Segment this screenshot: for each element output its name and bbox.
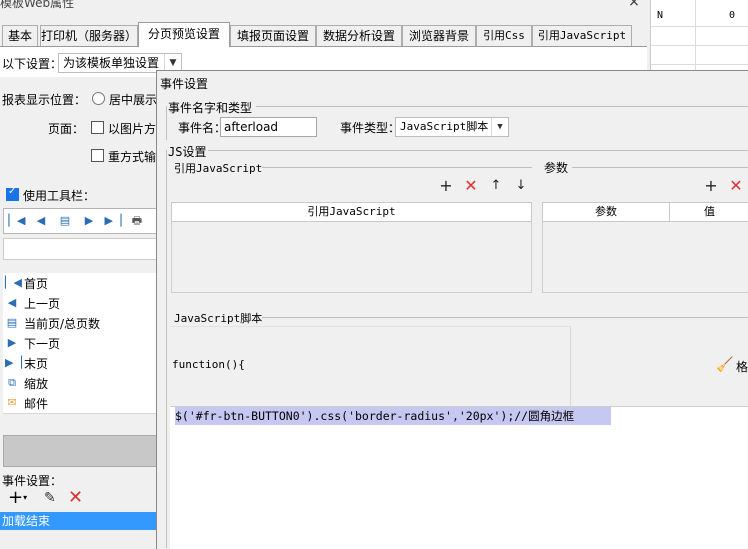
format-brush-icon[interactable]: 🧹 [716,357,733,373]
section-line [262,167,532,168]
image-mode-checkbox[interactable] [91,121,104,134]
center-radio-label: 居中展示 [109,93,158,107]
tab-printer[interactable]: 打印机（服务器） [40,25,138,46]
group-border [166,106,167,140]
list-item[interactable]: ✉ 邮件 [3,393,158,414]
first-page-icon: ▏◀ [5,276,22,289]
list-item-label: 上一页 [24,297,61,311]
list-item-label: 当前页/总页数 [24,317,101,331]
group-border [208,150,748,151]
zoom-icon: ⧉ [8,376,16,389]
mail-icon: ✉ [7,396,17,409]
add-icon[interactable]: + [702,177,720,195]
list-item-label: 末页 [24,357,49,371]
close-button[interactable]: × [624,0,644,10]
code-line[interactable]: $('#fr-btn-BUTTON0').css('border-radius'… [175,407,611,425]
grid-line [651,64,748,65]
page-count-icon: ▤ [6,316,18,329]
page-count-icon[interactable]: ▤ [56,212,74,229]
section-line [262,317,748,318]
edit-icon[interactable]: ✎ [44,490,56,506]
ref-js-table-body[interactable] [171,222,532,293]
report-display-label: 报表显示位置： [2,93,87,107]
add-icon[interactable]: + [437,177,455,195]
grid-line [695,0,696,70]
function-header: function(){ [172,358,245,371]
list-item-label: 缩放 [24,377,49,391]
list-item-label: 邮件 [24,397,49,411]
list-item[interactable]: ▏◀ 首页 [3,273,158,294]
last-page-icon: ▶▕ [5,356,22,369]
prev-page-icon: ◀ [7,296,17,309]
toolbar-preview: ▏◀ ◀ ▤ ▶ ▶▕ 🖶 [3,208,165,234]
list-item[interactable]: ⧉ 缩放 [3,373,158,394]
params-label: 参数 [544,161,569,175]
event-name-label: 事件名： [178,121,227,135]
prev-page-icon[interactable]: ◀ [32,212,50,229]
list-item-label: 下一页 [24,337,61,351]
center-radio[interactable] [92,92,105,105]
tab-ref-css[interactable]: 引用Css [476,25,532,46]
params-column-header: 参数 [542,202,670,222]
last-page-icon[interactable]: ▶▕ [104,212,122,229]
print-icon[interactable]: 🖶 [128,212,146,229]
script-editor[interactable]: $('#fr-btn-BUTTON0').css('border-radius'… [170,406,748,549]
js-group-title: JS设置 [168,145,207,159]
tab-basic[interactable]: 基本 [2,25,38,46]
delete-icon[interactable]: ✕ [462,177,480,195]
ref-js-label: 引用JavaScript [174,162,263,175]
grid-line [651,45,748,46]
use-toolbar-checkbox[interactable] [6,186,19,201]
tab-fill-page[interactable]: 填报页面设置 [230,25,316,46]
section-line [572,167,748,168]
list-item[interactable]: ◀ 上一页 [3,293,158,314]
event-list-item-selected[interactable]: 加载结束 [0,512,158,530]
group-border [166,150,167,548]
page-label: 页面： [48,122,85,136]
dialog-title: 事件设置 [160,77,209,91]
format-button-label[interactable]: 格 [736,358,748,375]
tab-browser-background[interactable]: 浏览器背景 [402,25,476,46]
tab-page-preview[interactable]: 分页预览设置 [138,22,230,47]
value-column-header: 值 [669,202,748,222]
list-divider-band [3,435,161,467]
event-name-input[interactable]: afterload [220,117,317,137]
move-down-icon[interactable]: ↓ [512,177,530,195]
next-page-icon[interactable]: ▶ [80,212,98,229]
grid-cell-value: 0 [729,10,736,21]
use-toolbar-label: 使用工具栏： [23,189,96,203]
ref-js-column-header: 引用JavaScript [171,202,532,222]
first-page-icon[interactable]: ▏◀ [8,212,26,229]
name-type-group-title: 事件名字和类型 [168,101,253,115]
params-table-body[interactable] [542,222,748,293]
script-label: JavaScript脚本 [174,312,263,325]
event-type-label: 事件类型： [340,121,401,135]
toolbar-drop-area [3,238,161,260]
event-type-select[interactable]: JavaScript脚本 ▼ [395,117,509,137]
list-item[interactable]: ▶ 下一页 [3,333,158,354]
list-item[interactable]: ▤ 当前页/总页数 [3,313,158,334]
list-item[interactable]: ▶▕ 末页 [3,353,158,374]
chevron-down-icon: ▼ [491,118,508,136]
add-icon[interactable]: +▾ [8,488,27,508]
delete-icon[interactable]: ✕ [68,487,83,508]
grid-line [651,26,748,27]
tab-ref-javascript[interactable]: 引用JavaScript [532,25,632,46]
background-spreadsheet: N 0 [650,0,748,70]
move-up-icon[interactable]: ↑ [487,177,505,195]
settings-select-value: 为该模板单独设置 [63,56,160,70]
next-page-icon: ▶ [7,336,17,349]
list-item-label: 首页 [24,277,49,291]
event-type-value: JavaScript脚本 [400,120,489,133]
settings-label: 以下设置： [2,57,63,71]
window-title: 模板Web属性 [0,0,75,10]
group-border [256,106,748,107]
grid-column-header: N [657,10,664,21]
tab-data-analysis[interactable]: 数据分析设置 [316,25,402,46]
reprint-checkbox[interactable] [91,149,104,162]
delete-icon[interactable]: ✕ [727,177,745,195]
